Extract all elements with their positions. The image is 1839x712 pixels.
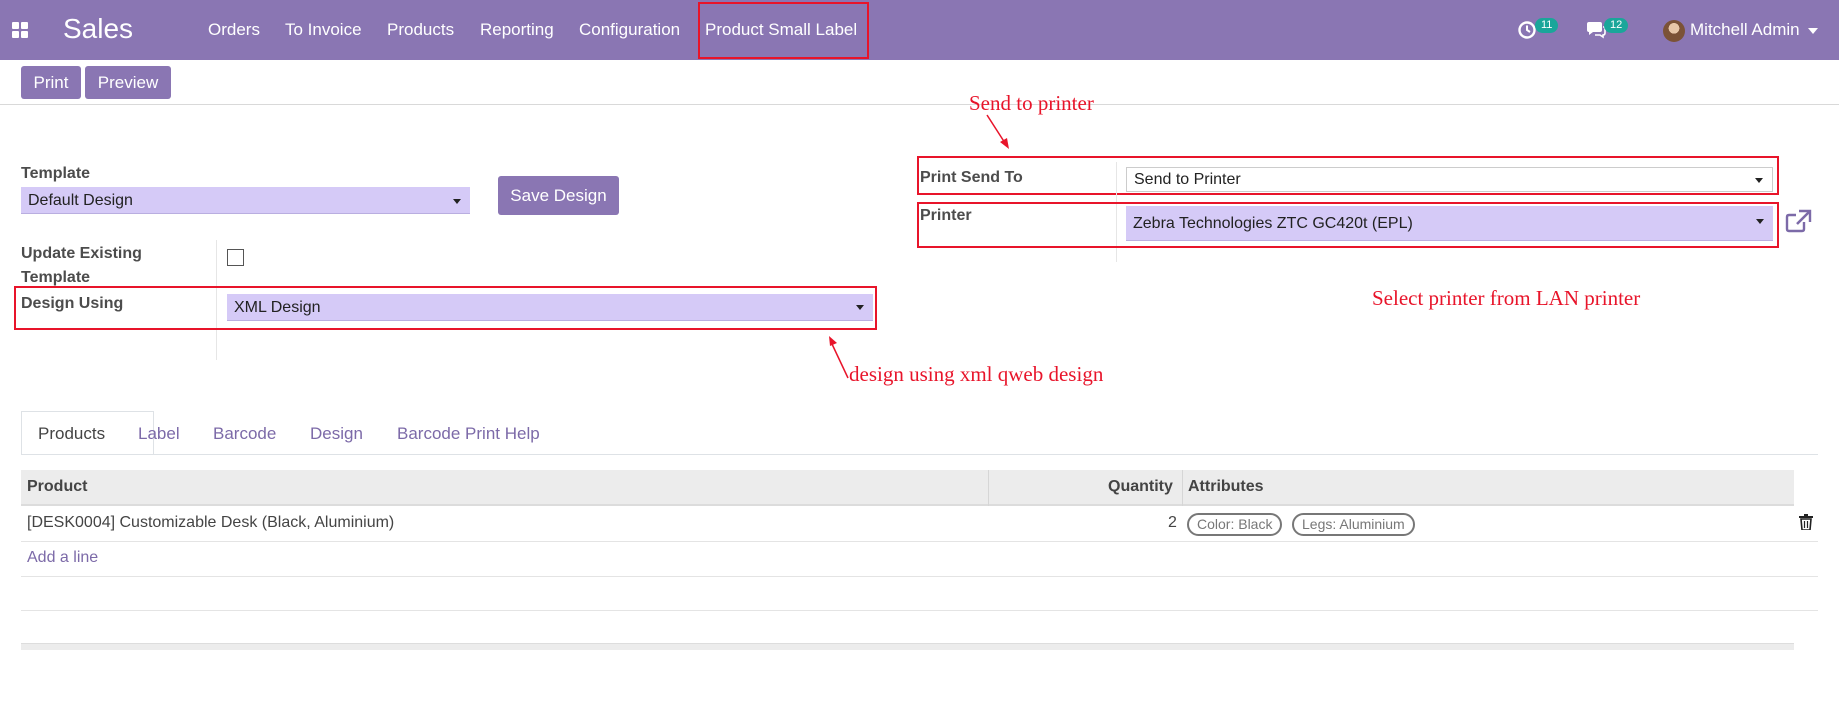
column-header-attributes[interactable]: Attributes <box>1188 478 1264 496</box>
template-select[interactable]: Default Design <box>21 187 470 214</box>
quantity-cell[interactable]: 2 <box>1168 514 1177 532</box>
menu-configuration[interactable]: Configuration <box>579 20 680 40</box>
printer-select-value: Zebra Technologies ZTC GC420t (EPL) <box>1133 215 1413 232</box>
template-label: Template <box>21 165 91 182</box>
chevron-down-icon <box>453 199 461 204</box>
app-title[interactable]: Sales <box>63 13 133 45</box>
design-using-select[interactable]: XML Design <box>227 294 873 321</box>
printer-label: Printer <box>920 207 972 224</box>
printer-select[interactable]: Zebra Technologies ZTC GC420t (EPL) <box>1126 206 1773 241</box>
update-existing-checkbox[interactable] <box>227 249 244 266</box>
external-link-icon[interactable] <box>1785 209 1813 233</box>
print-button[interactable]: Print <box>21 66 81 99</box>
menu-products[interactable]: Products <box>387 20 454 40</box>
column-separator <box>1182 470 1183 506</box>
column-header-product[interactable]: Product <box>27 478 87 496</box>
design-using-select-value: XML Design <box>234 299 321 316</box>
table-footer <box>21 643 1794 650</box>
print-send-to-value: Send to Printer <box>1134 171 1241 188</box>
save-design-button[interactable]: Save Design <box>498 176 619 215</box>
menu-reporting[interactable]: Reporting <box>480 20 554 40</box>
print-send-to-label: Print Send To <box>920 169 1023 186</box>
menu-to-invoice[interactable]: To Invoice <box>285 20 362 40</box>
menu-orders[interactable]: Orders <box>208 20 260 40</box>
annotation-select-printer: Select printer from LAN printer <box>1372 286 1641 310</box>
tab-barcode-print-help[interactable]: Barcode Print Help <box>397 424 540 444</box>
tabs-underline <box>21 454 1818 455</box>
table-header: Product Quantity Attributes <box>21 470 1794 506</box>
chevron-down-icon <box>1756 219 1764 224</box>
chevron-down-icon <box>1755 177 1763 183</box>
annotation-arrow-design <box>829 336 849 379</box>
messages-chat-icon[interactable] <box>1584 19 1606 41</box>
tab-products[interactable]: Products <box>38 424 105 444</box>
preview-button[interactable]: Preview <box>85 66 171 99</box>
tab-barcode[interactable]: Barcode <box>213 424 276 444</box>
tab-label[interactable]: Label <box>138 424 180 444</box>
top-navbar: Sales Orders To Invoice Products Reporti… <box>0 0 1839 60</box>
annotation-design-using-xml: design using xml qweb design <box>849 362 1104 386</box>
design-using-label: Design Using <box>21 295 124 312</box>
control-divider <box>0 104 1839 105</box>
print-send-to-select[interactable]: Send to Printer <box>1126 167 1773 192</box>
messages-badge: 12 <box>1604 18 1629 33</box>
user-menu-name[interactable]: Mitchell Admin <box>1690 20 1800 40</box>
column-separator <box>988 470 989 506</box>
add-line-link[interactable]: Add a line <box>27 549 98 567</box>
tab-design[interactable]: Design <box>310 424 363 444</box>
empty-row <box>21 577 1818 611</box>
template-select-value: Default Design <box>28 192 133 209</box>
update-existing-label: Update Existing Template <box>21 245 142 286</box>
table-row[interactable]: [DESK0004] Customizable Desk (Black, Alu… <box>21 507 1818 542</box>
attribute-tag: Legs: Aluminium <box>1292 513 1415 536</box>
annotation-arrow-send <box>986 114 1009 149</box>
activity-badge: 11 <box>1535 18 1559 33</box>
column-header-quantity[interactable]: Quantity <box>1108 478 1173 496</box>
menu-highlight-box <box>698 2 869 59</box>
attribute-tag: Color: Black <box>1187 513 1283 536</box>
chevron-down-icon <box>856 305 864 310</box>
apps-grid-icon[interactable] <box>12 22 28 38</box>
product-cell[interactable]: [DESK0004] Customizable Desk (Black, Alu… <box>27 514 394 532</box>
user-avatar[interactable] <box>1663 20 1685 42</box>
add-line-row <box>21 542 1818 577</box>
user-menu-caret-icon[interactable] <box>1808 28 1818 34</box>
trash-icon[interactable] <box>1799 514 1813 530</box>
